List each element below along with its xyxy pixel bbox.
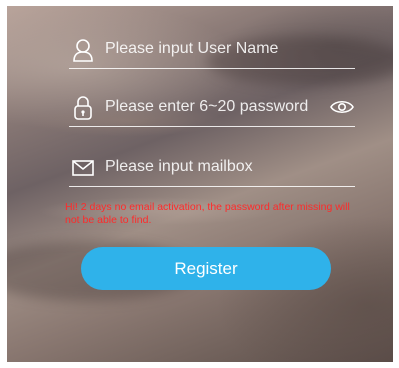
register-screen: Please input User Name Please enter 6~20… [7,6,393,362]
envelope-icon [69,154,97,182]
activation-notice: Hi! 2 days no email activation, the pass… [65,201,350,226]
email-placeholder: Please input mailbox [105,158,253,175]
username-placeholder: Please input User Name [105,40,279,57]
username-field[interactable]: Please input User Name [69,34,355,69]
password-placeholder: Please enter 6~20 password [105,98,309,115]
register-button[interactable]: Register [81,247,331,290]
user-icon [69,36,97,64]
password-field[interactable]: Please enter 6~20 password [69,92,355,127]
eye-icon[interactable] [329,96,355,118]
email-field[interactable]: Please input mailbox [69,152,355,187]
lock-icon [69,94,97,122]
